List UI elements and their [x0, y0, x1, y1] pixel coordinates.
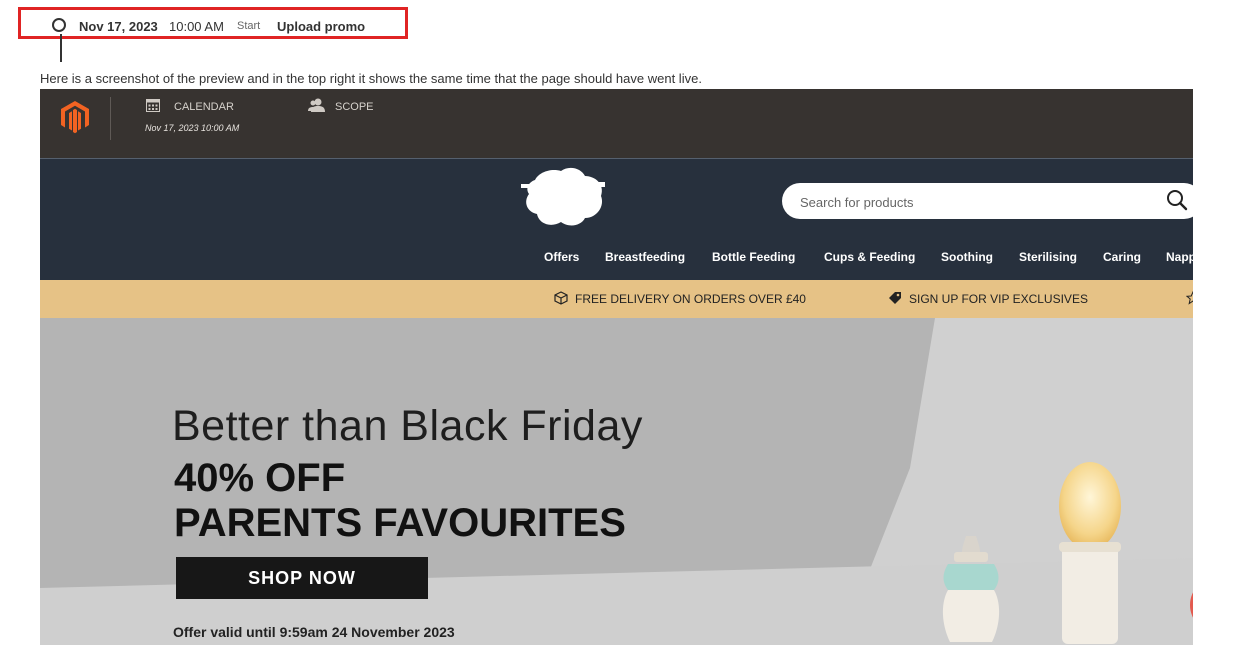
- promo-strip: FREE DELIVERY ON ORDERS OVER £40 SIGN UP…: [40, 280, 1193, 318]
- vip-signup-text[interactable]: SIGN UP FOR VIP EXCLUSIVES: [909, 292, 1088, 306]
- search-icon[interactable]: [1166, 189, 1188, 211]
- timeline-highlight-box: Nov 17, 2023 10:00 AM Start Upload promo: [18, 7, 408, 39]
- site-header: Offers Breastfeeding Bottle Feeding Cups…: [40, 158, 1193, 280]
- scope-label[interactable]: SCOPE: [335, 101, 374, 113]
- admin-divider: [110, 97, 111, 140]
- calendar-value: Nov 17, 2023 10:00 AM: [145, 123, 240, 133]
- timeline-stem: [60, 34, 62, 62]
- nav-item-caring[interactable]: Caring: [1103, 250, 1141, 264]
- search-box[interactable]: [782, 183, 1193, 219]
- egg-night-light-image: [1059, 462, 1121, 644]
- timeline-time: 10:00 AM: [169, 19, 224, 34]
- site-logo-redacted: [521, 167, 605, 226]
- caption-text: Here is a screenshot of the preview and …: [40, 71, 702, 86]
- preview-screenshot: CALENDAR Nov 17, 2023 10:00 AM SCOPE Off…: [40, 89, 1193, 645]
- calendar-icon: [146, 99, 160, 112]
- hero-title: Better than Black Friday: [172, 402, 643, 450]
- hero-subtitle: 40% OFF PARENTS FAVOURITES: [174, 456, 626, 546]
- nav-item-offers[interactable]: Offers: [544, 250, 579, 264]
- package-icon: [554, 291, 568, 305]
- star-icon: [1186, 291, 1193, 305]
- nav-item-cups-feeding[interactable]: Cups & Feeding: [824, 250, 915, 264]
- hero-subtitle-line2: PARENTS FAVOURITES: [174, 501, 626, 545]
- nav-item-sterilising[interactable]: Sterilising: [1019, 250, 1077, 264]
- nav-item-nappies[interactable]: Napp: [1166, 250, 1193, 264]
- timeline-event[interactable]: Upload promo: [277, 19, 365, 34]
- red-toy-image: [1190, 592, 1193, 618]
- admin-bar: CALENDAR Nov 17, 2023 10:00 AM SCOPE: [40, 89, 1193, 158]
- hero-subtitle-line1: 40% OFF: [174, 456, 346, 500]
- magento-logo-icon: [61, 101, 89, 134]
- timeline-node-icon: [52, 18, 66, 32]
- timeline-date: Nov 17, 2023: [79, 19, 158, 34]
- shop-now-button[interactable]: SHOP NOW: [176, 557, 428, 599]
- offer-valid-text: Offer valid until 9:59am 24 November 202…: [173, 624, 455, 640]
- nav-item-bottle-feeding[interactable]: Bottle Feeding: [712, 250, 795, 264]
- timeline-status: Start: [237, 20, 261, 32]
- tag-icon: [889, 292, 901, 304]
- search-input[interactable]: [798, 191, 1142, 213]
- calendar-label[interactable]: CALENDAR: [174, 101, 234, 113]
- users-icon: [308, 98, 325, 112]
- nav-item-soothing[interactable]: Soothing: [941, 250, 993, 264]
- free-delivery-text[interactable]: FREE DELIVERY ON ORDERS OVER £40: [575, 292, 806, 306]
- hero-banner[interactable]: Better than Black Friday 40% OFF PARENTS…: [40, 318, 1193, 645]
- nav-item-breastfeeding[interactable]: Breastfeeding: [605, 250, 685, 264]
- baby-bottle-image: [942, 536, 1000, 642]
